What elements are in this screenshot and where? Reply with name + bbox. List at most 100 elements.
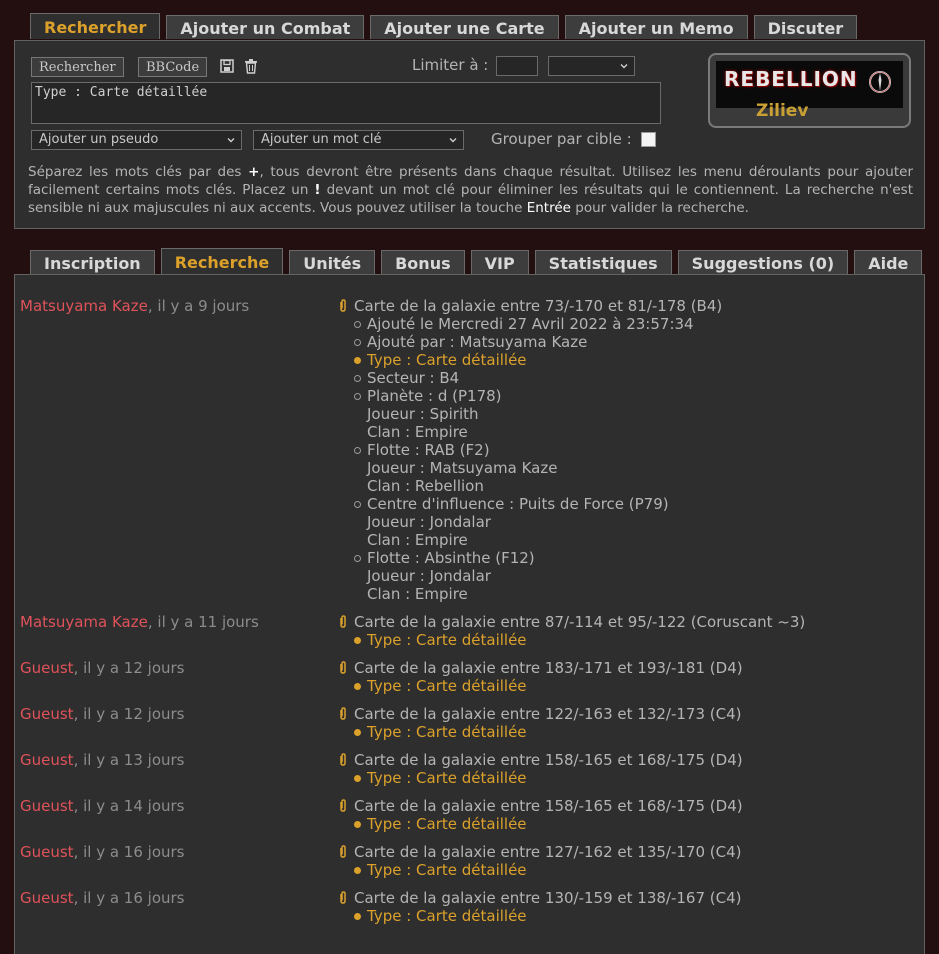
result-detail: Carte de la galaxie entre 158/-165 et 16… xyxy=(338,751,743,787)
limit-input[interactable] xyxy=(496,56,538,76)
tab-vip[interactable]: VIP xyxy=(470,250,529,274)
result-title-text: Carte de la galaxie entre 130/-159 et 13… xyxy=(354,889,742,907)
result-item: Type : Carte détaillée xyxy=(354,677,743,695)
result-title[interactable]: Carte de la galaxie entre 87/-114 et 95/… xyxy=(338,613,805,631)
result-title-text: Carte de la galaxie entre 158/-165 et 16… xyxy=(354,751,743,769)
result-author: Gueust, il y a 16 jours xyxy=(20,889,185,907)
keyword-select-value: Ajouter un mot clé xyxy=(261,132,382,147)
result-title-text: Carte de la galaxie entre 87/-114 et 95/… xyxy=(354,613,806,631)
result-title[interactable]: Carte de la galaxie entre 127/-162 et 13… xyxy=(338,843,742,861)
tab-rechercher[interactable]: Rechercher xyxy=(30,13,161,39)
paperclip-icon xyxy=(340,753,346,766)
result-title[interactable]: Carte de la galaxie entre 158/-165 et 16… xyxy=(338,751,743,769)
limit-label: Limiter à : xyxy=(412,56,489,74)
result-item: Ajouté par : Matsuyama Kaze xyxy=(353,333,722,351)
pseudo-select[interactable]: Ajouter un pseudo xyxy=(31,130,242,150)
tab-discuter[interactable]: Discuter xyxy=(753,15,858,39)
rebel-emblem-icon xyxy=(869,71,891,93)
tab-statistiques[interactable]: Statistiques xyxy=(534,250,672,274)
result-detail: Carte de la galaxie entre 73/-170 et 81/… xyxy=(338,297,722,603)
result-author: Gueust, il y a 12 jours xyxy=(20,659,185,677)
result-author: Matsuyama Kaze, il y a 11 jours xyxy=(20,613,259,631)
result-title[interactable]: Carte de la galaxie entre 73/-170 et 81/… xyxy=(338,297,722,315)
chevron-down-icon xyxy=(620,64,628,69)
chevron-down-icon xyxy=(449,138,457,143)
result-detail: Carte de la galaxie entre 130/-159 et 13… xyxy=(338,889,742,925)
result-items: Type : Carte détaillée xyxy=(338,769,743,787)
pseudo-select-value: Ajouter un pseudo xyxy=(39,132,159,147)
result-author: Matsuyama Kaze, il y a 9 jours xyxy=(20,297,249,315)
help-enter-key: Entrée xyxy=(526,200,571,216)
logo-username: Ziliev xyxy=(756,101,809,121)
limit-select[interactable] xyxy=(548,56,635,76)
result-time: , il y a 14 jours xyxy=(73,797,185,815)
tab-ajouter-carte[interactable]: Ajouter une Carte xyxy=(370,15,559,39)
result-detail: Carte de la galaxie entre 158/-165 et 16… xyxy=(338,797,743,833)
result-item: Joueur : Spirith xyxy=(367,405,479,423)
result-item: Type : Carte détaillée xyxy=(354,723,742,741)
result-item: Clan : Empire xyxy=(367,531,468,549)
result-item: Planète : d (P178) xyxy=(353,387,722,405)
group-label: Grouper par cible : xyxy=(491,130,632,148)
search-button[interactable]: Rechercher xyxy=(31,57,124,77)
result-item: Type : Carte détaillée xyxy=(354,907,742,925)
bbcode-button[interactable]: BBCode xyxy=(138,57,208,77)
result-item: Type : Carte détaillée xyxy=(353,351,722,369)
tab-ajouter-combat[interactable]: Ajouter un Combat xyxy=(166,15,365,39)
result-time: , il y a 11 jours xyxy=(147,613,259,631)
result-title[interactable]: Carte de la galaxie entre 130/-159 et 13… xyxy=(338,889,742,907)
author-name[interactable]: Matsuyama Kaze xyxy=(20,613,148,631)
result-time: , il y a 16 jours xyxy=(73,889,185,907)
paperclip-icon xyxy=(340,615,346,628)
result-item: Clan : Empire xyxy=(367,585,468,603)
author-name[interactable]: Gueust xyxy=(20,889,74,907)
tab-aide[interactable]: Aide xyxy=(854,250,923,274)
result-item: Flotte : Absinthe (F12) xyxy=(353,549,722,567)
group-checkbox[interactable] xyxy=(641,132,656,147)
result-items: Type : Carte détaillée xyxy=(338,677,743,695)
tab-unites[interactable]: Unités xyxy=(289,250,376,274)
result-title[interactable]: Carte de la galaxie entre 183/-171 et 19… xyxy=(338,659,743,677)
top-tab-bar: Rechercher Ajouter un Combat Ajouter une… xyxy=(30,13,858,39)
author-name[interactable]: Matsuyama Kaze xyxy=(20,297,148,315)
author-name[interactable]: Gueust xyxy=(20,843,74,861)
author-name[interactable]: Gueust xyxy=(20,659,74,677)
search-query-input[interactable]: Type : Carte détaillée xyxy=(31,82,661,124)
result-detail: Carte de la galaxie entre 87/-114 et 95/… xyxy=(338,613,805,649)
chevron-down-icon xyxy=(227,138,235,143)
paperclip-icon xyxy=(340,661,346,674)
result-items: Type : Carte détaillée xyxy=(338,907,742,925)
result-title-text: Carte de la galaxie entre 122/-163 et 13… xyxy=(354,705,742,723)
tab-inscription[interactable]: Inscription xyxy=(30,250,155,274)
result-title[interactable]: Carte de la galaxie entre 122/-163 et 13… xyxy=(338,705,742,723)
result-items: Type : Carte détaillée xyxy=(338,631,805,649)
author-name[interactable]: Gueust xyxy=(20,751,74,769)
result-item: Clan : Rebellion xyxy=(367,477,484,495)
result-item: Type : Carte détaillée xyxy=(354,769,743,787)
result-detail: Carte de la galaxie entre 122/-163 et 13… xyxy=(338,705,742,741)
result-time: , il y a 13 jours xyxy=(73,751,185,769)
author-name[interactable]: Gueust xyxy=(20,797,74,815)
result-items: Type : Carte détaillée xyxy=(338,723,742,741)
result-items: Type : Carte détaillée xyxy=(338,861,742,879)
tab-suggestions[interactable]: Suggestions (0) xyxy=(677,250,849,274)
tab-recherche[interactable]: Recherche xyxy=(160,248,284,274)
tab-ajouter-memo[interactable]: Ajouter un Memo xyxy=(564,15,748,39)
result-item: Flotte : RAB (F2) xyxy=(353,441,722,459)
result-items: Type : Carte détaillée xyxy=(338,815,743,833)
logo-brand: REBELLION xyxy=(724,67,858,91)
tab-bonus[interactable]: Bonus xyxy=(381,250,465,274)
result-author: Gueust, il y a 13 jours xyxy=(20,751,185,769)
help-text-1: Séparez les mots clés par des xyxy=(28,164,249,180)
author-name[interactable]: Gueust xyxy=(20,705,74,723)
rebellion-logo[interactable]: REBELLION Ziliev xyxy=(708,53,911,128)
trash-icon[interactable] xyxy=(243,58,259,74)
result-title-text: Carte de la galaxie entre 73/-170 et 81/… xyxy=(354,297,723,315)
paperclip-icon xyxy=(340,799,346,812)
save-icon[interactable] xyxy=(219,58,235,74)
result-title[interactable]: Carte de la galaxie entre 158/-165 et 16… xyxy=(338,797,743,815)
result-item: Joueur : Jondalar xyxy=(367,513,491,531)
result-item: Centre d'influence : Puits de Force (P79… xyxy=(353,495,722,513)
keyword-select[interactable]: Ajouter un mot clé xyxy=(253,130,464,150)
result-title-text: Carte de la galaxie entre 127/-162 et 13… xyxy=(354,843,742,861)
